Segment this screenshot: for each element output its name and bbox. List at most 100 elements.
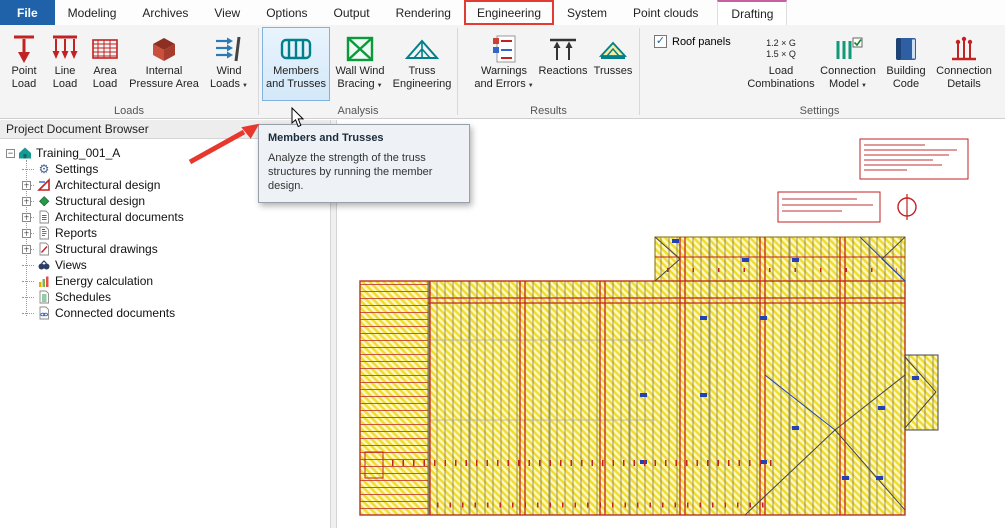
dropdown-caret-icon: ▼ <box>861 83 867 89</box>
menu-tab-rendering[interactable]: Rendering <box>383 0 464 25</box>
internal-pressure-area-button[interactable]: Internal Pressure Area <box>125 27 203 101</box>
dropdown-caret-icon: ▼ <box>377 83 383 89</box>
energy-calculation-icon <box>36 274 52 288</box>
tree-branch <box>22 313 34 314</box>
tree-branch <box>22 297 34 298</box>
roof-panels-checkbox[interactable]: ✓ <box>654 35 667 48</box>
warnings-and-errors-label: Warnings and Errors▼ <box>473 65 535 93</box>
connection-model-label: Connection Model▼ <box>817 65 879 93</box>
load-combinations-icon: 1.2 × G1.5 × Q <box>766 32 796 65</box>
connection-model-button[interactable]: Connection Model▼ <box>816 27 880 101</box>
area-load-label: Area Load <box>86 65 124 91</box>
results-group-label: Results <box>458 105 639 117</box>
line-load-icon <box>51 32 79 65</box>
tree-item-reports[interactable]: + Reports <box>6 225 330 241</box>
menu-bar: File Modeling Archives View Options Outp… <box>0 0 1005 25</box>
section-marker <box>898 194 916 220</box>
load-combinations-label: Load Combinations <box>747 65 815 91</box>
tree-item-views[interactable]: Views <box>6 257 330 273</box>
line-load-button[interactable]: Line Load <box>45 27 85 101</box>
ribbon-group-loads: Point Load Line Load Area Load Internal … <box>0 25 258 118</box>
menu-tab-drafting[interactable]: Drafting <box>717 0 787 25</box>
dropdown-caret-icon: ▼ <box>242 83 248 89</box>
members-and-trusses-icon <box>280 32 312 65</box>
menu-tab-output[interactable]: Output <box>321 0 383 25</box>
tree-item-energy-calculation[interactable]: Energy calculation <box>6 273 330 289</box>
wall-wind-bracing-label: Wall Wind Bracing▼ <box>331 65 389 93</box>
structural-design-icon <box>36 194 52 208</box>
trusses-label: Trusses <box>594 65 633 78</box>
warnings-and-errors-button[interactable]: Warnings and Errors▼ <box>472 27 536 101</box>
ribbon: Point Load Line Load Area Load Internal … <box>0 25 1005 119</box>
dropdown-caret-icon: ▼ <box>528 83 534 89</box>
menu-tab-modeling[interactable]: Modeling <box>55 0 130 25</box>
report-icon <box>36 226 52 240</box>
tree-item-architectural-documents[interactable]: + Architectural documents <box>6 209 330 225</box>
roof-panels-checkbox-row[interactable]: ✓ Roof panels <box>650 27 746 48</box>
tree-item-schedules[interactable]: Schedules <box>6 289 330 305</box>
internal-pressure-area-icon <box>149 32 179 65</box>
ribbon-group-results: Warnings and Errors▼ Reactions Trusses R… <box>458 25 639 118</box>
linked-document-icon <box>36 306 52 320</box>
reactions-icon <box>548 32 578 65</box>
menu-tab-options[interactable]: Options <box>253 0 320 25</box>
wall-wind-bracing-button[interactable]: Wall Wind Bracing▼ <box>330 27 390 101</box>
reactions-label: Reactions <box>539 65 588 78</box>
building-code-icon <box>893 32 919 65</box>
wind-loads-button[interactable]: Wind Loads▼ <box>203 27 255 101</box>
house-icon <box>17 146 33 160</box>
menu-tab-view[interactable]: View <box>201 0 253 25</box>
tree-branch <box>22 169 34 170</box>
menu-tab-engineering[interactable]: Engineering <box>464 0 554 25</box>
wall-wind-bracing-icon <box>345 32 375 65</box>
wind-loads-label: Wind Loads▼ <box>204 65 254 93</box>
truss-engineering-label: Truss Engineering <box>391 65 453 91</box>
views-icon <box>36 258 52 272</box>
trusses-button[interactable]: Trusses <box>590 27 636 101</box>
wind-loads-icon <box>214 32 244 65</box>
internal-pressure-area-label: Internal Pressure Area <box>126 65 202 91</box>
analysis-group-label: Analysis <box>259 105 457 117</box>
menu-tab-archives[interactable]: Archives <box>129 0 201 25</box>
point-load-icon <box>11 32 37 65</box>
truss-engineering-icon <box>405 32 439 65</box>
trusses-icon <box>598 32 628 65</box>
area-load-button[interactable]: Area Load <box>85 27 125 101</box>
drawing-note-block-1 <box>860 139 968 179</box>
architectural-design-icon <box>36 178 52 192</box>
point-load-label: Point Load <box>4 65 44 91</box>
members-and-trusses-label: Members and Trusses <box>263 65 329 91</box>
point-load-button[interactable]: Point Load <box>3 27 45 101</box>
truss-engineering-button[interactable]: Truss Engineering <box>390 27 454 101</box>
tree-branch <box>22 281 34 282</box>
plan-areas <box>360 237 938 515</box>
warnings-and-errors-icon <box>491 32 517 65</box>
line-load-label: Line Load <box>46 65 84 91</box>
tree-item-connected-documents[interactable]: Connected documents <box>6 305 330 321</box>
connection-details-button[interactable]: Connection Details <box>932 27 996 101</box>
building-code-button[interactable]: Building Code <box>880 27 932 101</box>
mouse-cursor-icon <box>291 107 306 128</box>
tooltip: Members and Trusses Analyze the strength… <box>258 124 470 203</box>
menu-tab-point-clouds[interactable]: Point clouds <box>620 0 711 25</box>
tooltip-title: Members and Trusses <box>268 132 460 144</box>
reactions-button[interactable]: Reactions <box>536 27 590 101</box>
roof-panels-label: Roof panels <box>672 36 731 48</box>
connection-details-label: Connection Details <box>933 65 995 91</box>
menu-tab-system[interactable]: System <box>554 0 620 25</box>
menu-tab-file[interactable]: File <box>0 0 55 25</box>
connection-model-icon <box>833 32 863 65</box>
connection-details-icon <box>949 32 979 65</box>
annotation-arrow-icon <box>178 116 273 171</box>
collapse-icon[interactable]: − <box>6 149 15 158</box>
gear-icon: ⚙ <box>36 162 52 176</box>
members-and-trusses-button[interactable]: Members and Trusses <box>262 27 330 101</box>
tree-item-structural-drawings[interactable]: + Structural drawings <box>6 241 330 257</box>
tree-connector-line <box>26 160 27 316</box>
tree-branch <box>22 265 34 266</box>
application-window: File Modeling Archives View Options Outp… <box>0 0 1005 528</box>
ribbon-group-analysis: Members and Trusses Wall Wind Bracing▼ T… <box>259 25 457 118</box>
load-combinations-button[interactable]: 1.2 × G1.5 × Q Load Combinations <box>746 27 816 101</box>
tooltip-body: Analyze the strength of the truss struct… <box>268 151 460 193</box>
area-load-icon <box>90 32 120 65</box>
